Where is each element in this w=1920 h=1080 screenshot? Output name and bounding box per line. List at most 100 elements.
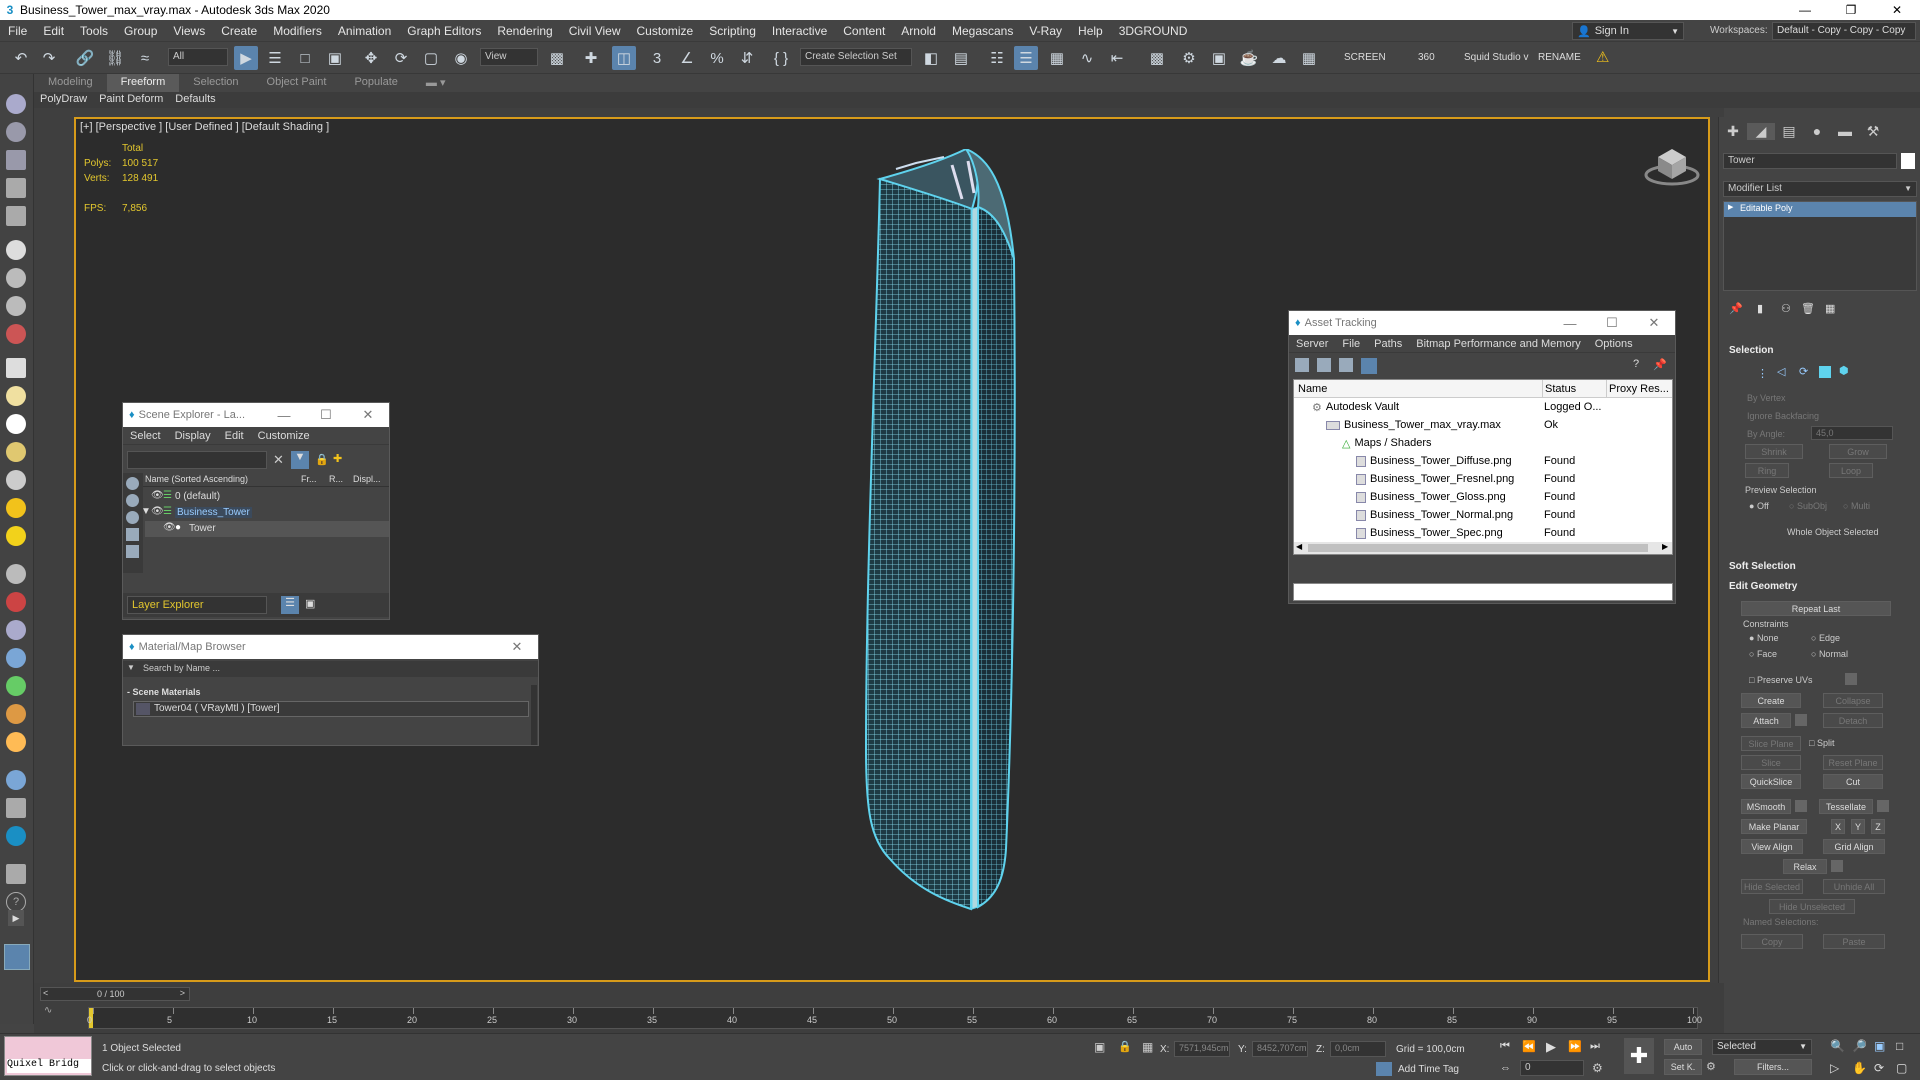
script-icon[interactable] — [6, 864, 26, 884]
slice-button[interactable]: Slice — [1741, 755, 1801, 770]
scene-materials-header[interactable]: - Scene Materials — [127, 687, 201, 697]
filters-button[interactable]: Filters... — [1734, 1059, 1812, 1075]
warning-icon[interactable]: ⚠ — [1596, 48, 1609, 66]
display-icon[interactable] — [6, 150, 26, 170]
border-icon[interactable]: ⟳ — [1799, 365, 1808, 378]
tools-icon[interactable] — [6, 592, 26, 612]
scene-explorer-menu-customize[interactable]: Customize — [251, 430, 317, 442]
time-slider-prev-icon[interactable]: < — [43, 988, 48, 998]
asset-menu-paths[interactable]: Paths — [1367, 338, 1409, 350]
asset-menu-options[interactable]: Options — [1588, 338, 1640, 350]
z-coordinate-field[interactable]: 0,0cm — [1330, 1041, 1386, 1057]
mini-curve-editor-icon[interactable]: ∿ — [44, 1005, 52, 1016]
render-production-icon[interactable]: ☕ — [1238, 46, 1260, 70]
menu-create[interactable]: Create — [213, 24, 265, 38]
menu-scripting[interactable]: Scripting — [701, 24, 764, 38]
expand-arrow-icon[interactable]: ▶ — [1728, 203, 1733, 211]
set-key-big-icon[interactable]: ✚ — [1624, 1038, 1654, 1074]
hide-unselected-button[interactable]: Hide Unselected — [1769, 899, 1855, 914]
material-browser-scrollbar[interactable] — [531, 685, 537, 745]
particle-icon[interactable] — [6, 564, 26, 584]
next-frame-icon[interactable]: ⏩ — [1568, 1040, 1582, 1053]
constraint-face-radio[interactable]: ○ Face — [1749, 649, 1777, 659]
asset-tracking-titlebar[interactable]: ♦ Asset Tracking — ☐ ✕ — [1289, 311, 1675, 335]
sign-in-dropdown[interactable]: 👤 Sign In ▼ — [1572, 22, 1684, 40]
utilities-tab-icon[interactable]: ⚒ — [1859, 123, 1887, 140]
loop-button[interactable]: Loop — [1829, 463, 1873, 478]
constraint-none-radio[interactable]: ● None — [1749, 633, 1778, 643]
cut-button[interactable]: Cut — [1823, 774, 1883, 789]
menu-file[interactable]: File — [0, 24, 35, 38]
hide-selected-button[interactable]: Hide Selected — [1741, 879, 1803, 894]
tab-object-paint[interactable]: Object Paint — [253, 74, 341, 92]
zoom-extents-all-icon[interactable]: □ — [1896, 1039, 1903, 1053]
ribbon-options-icon[interactable]: ▬ ▾ — [412, 74, 460, 92]
time-slider-next-icon[interactable]: > — [180, 988, 185, 998]
material-browser-titlebar[interactable]: ♦ Material/Map Browser ✕ — [123, 635, 538, 659]
menu-views[interactable]: Views — [165, 24, 213, 38]
light-icon[interactable] — [6, 240, 26, 260]
go-to-start-icon[interactable]: ⏮ — [1500, 1040, 1510, 1053]
scene-explorer-menu-select[interactable]: Select — [123, 430, 168, 442]
visibility-eye-icon[interactable]: 👁 — [163, 522, 176, 533]
menu-tools[interactable]: Tools — [72, 24, 116, 38]
modifier-list-dropdown[interactable]: Modifier List ▼ — [1723, 181, 1917, 197]
key-filters-icon[interactable]: ⚙ — [1706, 1060, 1716, 1073]
vray-icon[interactable] — [6, 826, 26, 846]
foliage-icon[interactable] — [6, 676, 26, 696]
selection-lock-icon[interactable]: 🔒 — [1118, 1040, 1132, 1053]
material-editor-icon[interactable]: ▩ — [1146, 46, 1168, 70]
list-view-icon[interactable] — [1317, 358, 1331, 372]
unhide-all-button[interactable]: Unhide All — [1823, 879, 1885, 894]
refresh-icon[interactable] — [1295, 358, 1309, 372]
settings-icon[interactable] — [6, 798, 26, 818]
display-lights-icon[interactable] — [126, 528, 139, 541]
help-icon[interactable]: ? — [1633, 358, 1639, 370]
menu-interactive[interactable]: Interactive — [764, 24, 835, 38]
render-grid-icon[interactable]: ▦ — [1298, 46, 1320, 70]
menu-modifiers[interactable]: Modifiers — [265, 24, 330, 38]
add-time-tag[interactable]: Add Time Tag — [1398, 1064, 1459, 1075]
angle-snap-icon[interactable]: ∠ — [676, 46, 698, 70]
layer-explorer-icon[interactable]: ☰ — [281, 596, 299, 614]
planar-x-button[interactable]: X — [1831, 819, 1845, 834]
time-configuration-icon[interactable]: ⚙ — [1592, 1061, 1603, 1075]
list-item[interactable]: ▼ 👁 ☰ Business_Tower — [141, 505, 389, 521]
create-button[interactable]: Create — [1741, 693, 1801, 708]
torus-icon[interactable] — [6, 442, 26, 462]
menu-graph-editors[interactable]: Graph Editors — [399, 24, 489, 38]
make-unique-icon[interactable]: ⚇ — [1781, 302, 1791, 315]
maxscript-listener[interactable]: Quixel Bridg — [4, 1036, 92, 1076]
close-button[interactable]: ✕ — [347, 403, 389, 427]
zoom-icon[interactable]: 🔍 — [1830, 1039, 1845, 1053]
create-tab-icon[interactable]: ✚ — [1719, 123, 1747, 140]
reset-plane-button[interactable]: Reset Plane — [1823, 755, 1883, 770]
menu-group[interactable]: Group — [116, 24, 165, 38]
window-crossing-icon[interactable]: ▣ — [324, 46, 346, 70]
menu-arnold[interactable]: Arnold — [893, 24, 944, 38]
expand-arrow-icon[interactable]: ▼ — [141, 506, 151, 517]
tab-freeform[interactable]: Freeform — [106, 74, 180, 92]
column-renderable[interactable]: R... — [329, 474, 343, 484]
shrink-button[interactable]: Shrink — [1745, 444, 1803, 459]
constraint-normal-radio[interactable]: ○ Normal — [1811, 649, 1848, 659]
scene-explorer-titlebar[interactable]: ♦ Scene Explorer - La... — ☐ ✕ — [123, 403, 389, 427]
table-row[interactable]: ⚙ Autodesk Vault Logged O... — [1294, 398, 1672, 416]
globe-icon[interactable] — [6, 648, 26, 668]
scene-explorer-search-input[interactable] — [127, 451, 267, 469]
asset-menu-server[interactable]: Server — [1289, 338, 1335, 350]
render-in-cloud-icon[interactable]: ☁ — [1268, 46, 1290, 70]
remove-modifier-icon[interactable]: 🗑 — [1801, 302, 1815, 315]
scene-explorer-menu-edit[interactable]: Edit — [218, 430, 251, 442]
configure-modifier-sets-icon[interactable]: ▦ — [1825, 302, 1835, 315]
table-row[interactable]: Business_Tower_max_vray.max Ok — [1294, 416, 1672, 434]
scale-icon[interactable]: ▢ — [420, 46, 442, 70]
link-icon[interactable]: 🔗 — [74, 46, 96, 70]
object-color-swatch[interactable] — [1901, 153, 1915, 169]
menu-vray[interactable]: V-Ray — [1021, 24, 1070, 38]
grow-button[interactable]: Grow — [1829, 444, 1887, 459]
quickslice-button[interactable]: QuickSlice — [1741, 774, 1801, 789]
rename-button[interactable]: RENAME — [1538, 52, 1581, 63]
table-row[interactable]: Business_Tower_Gloss.png Found — [1294, 488, 1672, 506]
edit-named-selection-icon[interactable]: { } — [770, 46, 792, 70]
